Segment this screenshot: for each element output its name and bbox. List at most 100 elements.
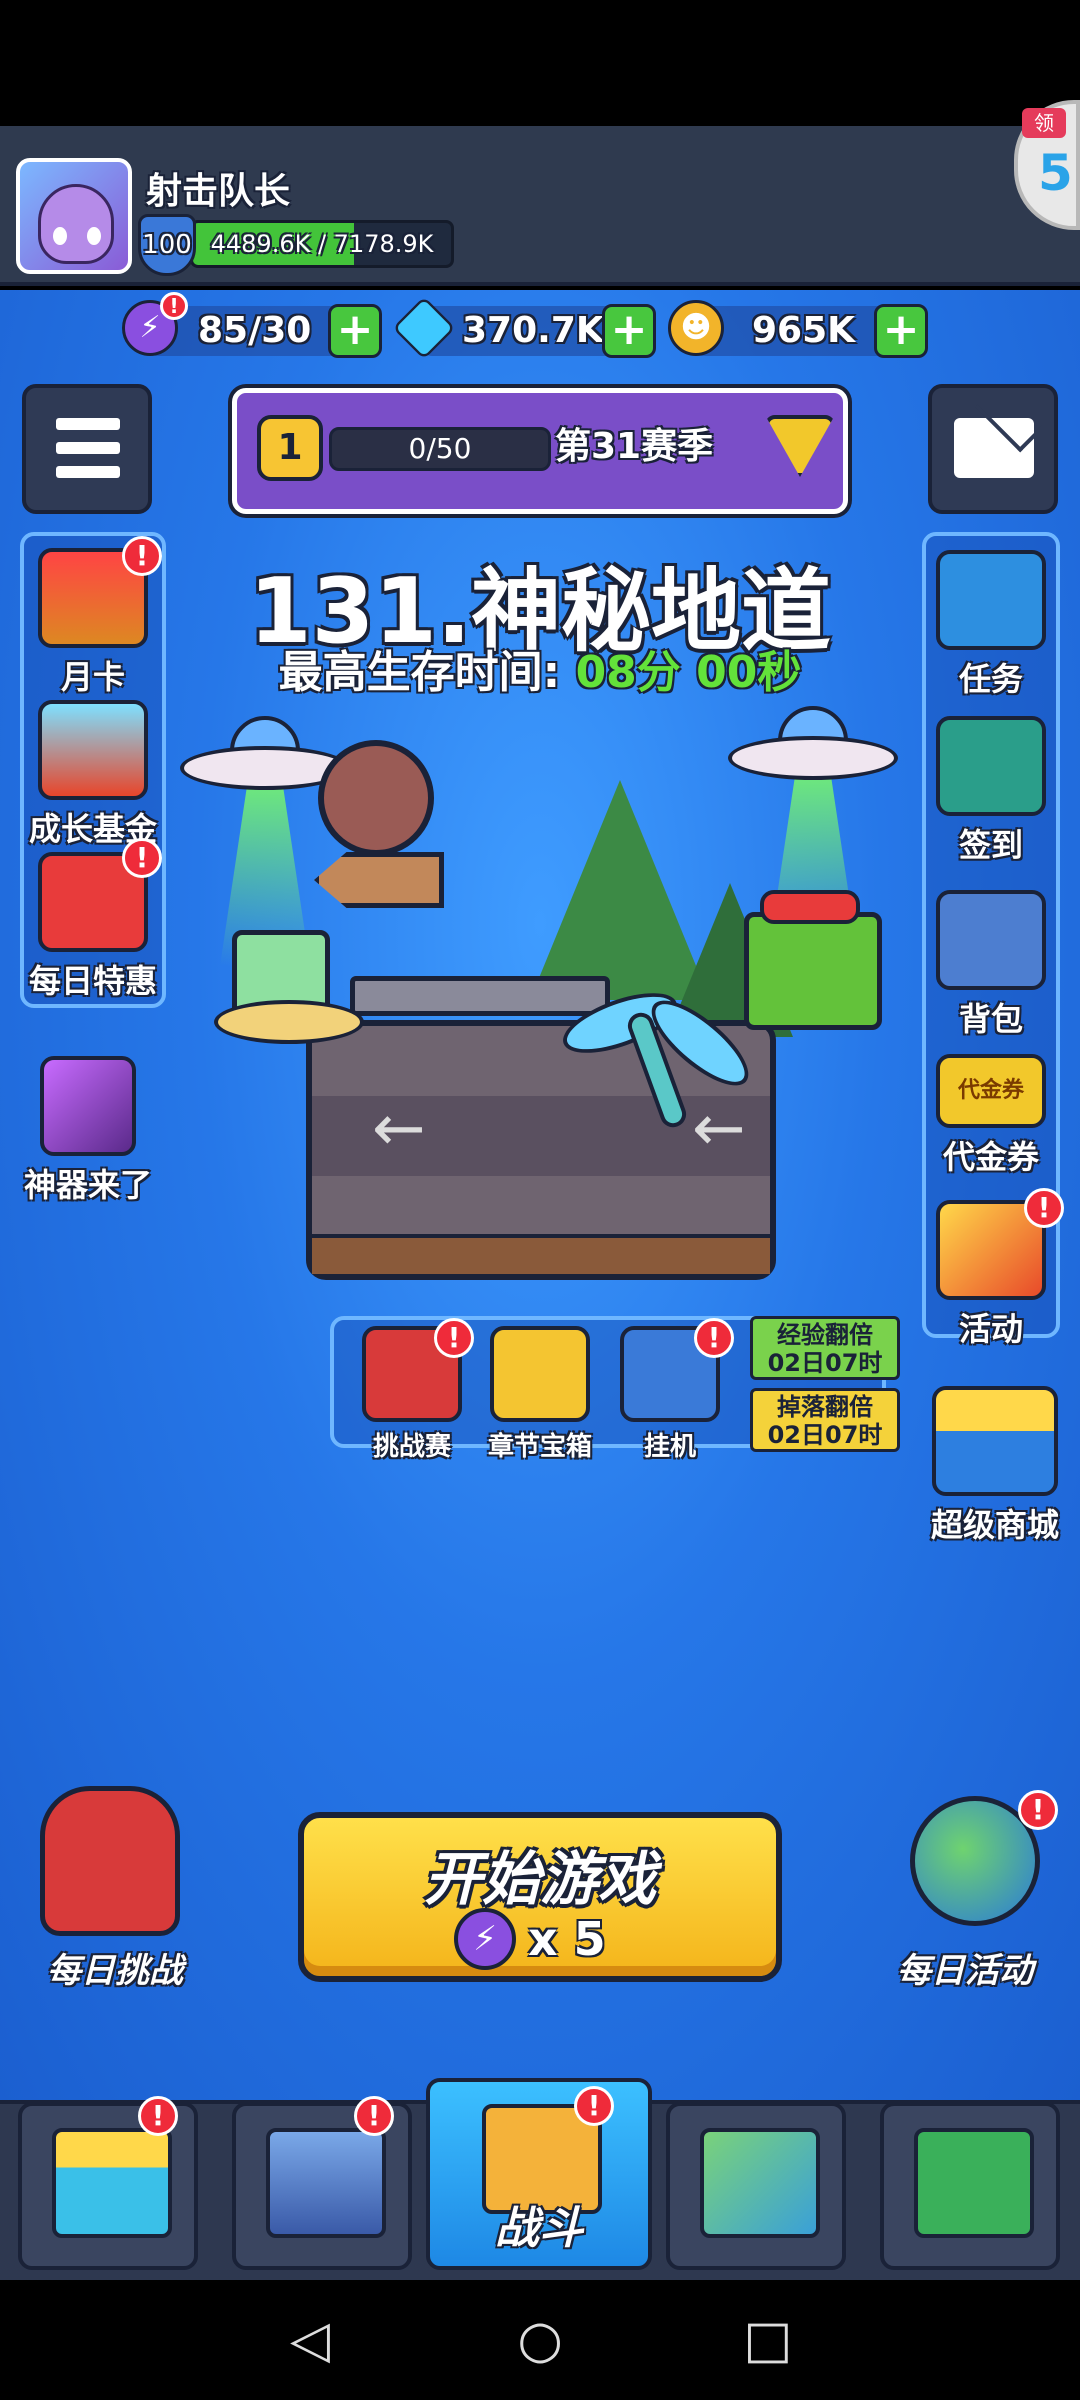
player-name: 射击队长 [146, 171, 291, 212]
voucher-button[interactable]: 代金券 代金券 [922, 1054, 1060, 1178]
events-alert-icon: ! [1024, 1188, 1064, 1228]
events-label: 活动 [958, 1310, 1023, 1348]
season-label: 第31赛季 [555, 426, 714, 467]
xp-progress-text: 4489.6K / 7178.9K [210, 230, 434, 258]
artifact-event-button[interactable]: 神器来了 [10, 1056, 166, 1206]
sign-in-label: 签到 [958, 826, 1023, 864]
battle-tab[interactable]: 战斗 [426, 2078, 652, 2270]
season-rank-gem-icon [765, 415, 835, 477]
drop-double-badge[interactable]: 掉落翻倍 02日07时 [750, 1388, 900, 1452]
chip-upgrade-icon [914, 2128, 1034, 2238]
signin-tablet-icon [936, 716, 1046, 816]
gem-add-button[interactable]: + [602, 304, 656, 358]
monthly-card-alert-icon: ! [122, 536, 162, 576]
chapter-chest-label: 章节宝箱 [487, 1432, 592, 1462]
daily-deal-label: 每日特惠 [28, 962, 157, 1000]
voucher-label: 代金券 [942, 1138, 1039, 1176]
helmet-icon [40, 1786, 180, 1936]
store-front-icon [52, 2128, 172, 2238]
main-menu-button[interactable] [22, 384, 152, 514]
daily-deal-alert-icon: ! [122, 838, 162, 878]
start-game-label: 开始游戏 [423, 1845, 656, 1913]
exp-double-time: 02日07时 [767, 1349, 883, 1377]
season-progress-bar: 0/50 [329, 427, 551, 471]
task-book-icon [936, 550, 1046, 650]
energy-counter: ⚡ ! 85/30 + [122, 292, 382, 360]
growth-fund-button[interactable]: 成长基金 [20, 700, 166, 850]
drop-double-title: 掉落翻倍 [777, 1393, 873, 1421]
chapter-chest-button[interactable]: 章节宝箱 [478, 1326, 602, 1463]
nav-home-icon[interactable]: ○ [510, 2310, 570, 2370]
challenge-alert-icon: ! [434, 1318, 474, 1358]
stop-sign [318, 740, 434, 856]
nav-recents-icon[interactable]: □ [738, 2310, 798, 2370]
backpack-label: 背包 [958, 1000, 1023, 1038]
coin-value: 965K [752, 310, 856, 351]
nav-back-icon[interactable]: ◁ [280, 2310, 340, 2370]
voucher-icon: 代金券 [936, 1054, 1046, 1128]
monthly-card-label: 月卡 [60, 658, 125, 696]
season-level-badge: 1 [257, 415, 323, 481]
upgrade-tab[interactable] [880, 2102, 1060, 2270]
energy-cost-icon: ⚡ [454, 1908, 516, 1970]
avatar-eye-left [53, 227, 67, 245]
backpack-icon [936, 890, 1046, 990]
reward-badge-tag: 领 [1022, 108, 1066, 138]
battle-tab-label: 战斗 [495, 2203, 583, 2254]
map-tab[interactable] [666, 2102, 846, 2270]
shop-tab-alert-icon: ! [138, 2096, 178, 2136]
avatar-face [38, 184, 114, 264]
mail-envelope-icon [954, 418, 1034, 478]
tasks-button[interactable]: 任务 [922, 550, 1060, 700]
menu-list-icon [56, 418, 120, 490]
exp-double-badge[interactable]: 经验翻倍 02日07时 [750, 1316, 900, 1380]
mail-button[interactable] [928, 384, 1058, 514]
player-avatar[interactable] [16, 158, 132, 274]
best-survival-value: 08分 00秒 [575, 647, 802, 698]
idle-label: 挂机 [643, 1432, 696, 1462]
exp-double-title: 经验翻倍 [777, 1321, 873, 1349]
gift-box-right[interactable] [744, 912, 882, 1030]
season-pass-banner[interactable]: 1 0/50 第31赛季 [232, 388, 848, 514]
start-game-cost-value: x 5 [528, 1912, 606, 1966]
daily-challenge-button[interactable]: 每日挑战 [0, 1776, 230, 1996]
player-level-badge: 100 [138, 214, 196, 276]
gift-bow [760, 890, 860, 924]
daily-challenge-label: 每日挑战 [47, 1951, 183, 1991]
shop-cart-icon [932, 1386, 1058, 1496]
super-mall-label: 超级商城 [930, 1506, 1059, 1544]
drop-double-time: 02日07时 [767, 1421, 883, 1449]
road-arrow-icon: ← [372, 1092, 426, 1166]
super-mall-button[interactable]: 超级商城 [920, 1386, 1070, 1546]
ufo-right-disc [728, 736, 898, 780]
battle-tab-alert-icon: ! [574, 2086, 614, 2126]
armor-icon [266, 2128, 386, 2238]
reward-badge-value: 5 [1038, 144, 1073, 202]
float-ring [214, 1000, 364, 1044]
tasks-label: 任务 [958, 660, 1023, 698]
idle-alert-icon: ! [694, 1318, 734, 1358]
map-icon [700, 2128, 820, 2238]
challenge-label: 挑战赛 [372, 1432, 451, 1462]
coin-icon: ☻ [668, 300, 724, 356]
treasure-chest-icon [490, 1326, 590, 1422]
best-survival-label: 最高生存时间: [278, 647, 576, 698]
energy-value: 85/30 [198, 310, 312, 351]
gem-basket-icon [38, 700, 148, 800]
start-game-cost: ⚡ x 5 [454, 1908, 654, 1974]
gem-value: 370.7K [462, 310, 604, 351]
energy-add-button[interactable]: + [328, 304, 382, 358]
coin-counter: ☻ 965K + [668, 300, 928, 360]
island-dirt [312, 1234, 770, 1274]
dragonfly-pet [555, 980, 761, 1140]
start-game-button[interactable]: 开始游戏 ⚡ x 5 [298, 1812, 782, 1982]
gem-counter: 370.7K + [392, 296, 656, 360]
coin-add-button[interactable]: + [874, 304, 928, 358]
daily-events-alert-icon: ! [1018, 1790, 1058, 1830]
equipment-tab-alert-icon: ! [354, 2096, 394, 2136]
daily-events-label: 每日活动 [897, 1951, 1033, 1991]
artifact-event-label: 神器来了 [23, 1166, 152, 1204]
backpack-button[interactable]: 背包 [922, 890, 1060, 1040]
sign-in-button[interactable]: 签到 [922, 716, 1060, 866]
artifact-weapon-icon [40, 1056, 136, 1156]
